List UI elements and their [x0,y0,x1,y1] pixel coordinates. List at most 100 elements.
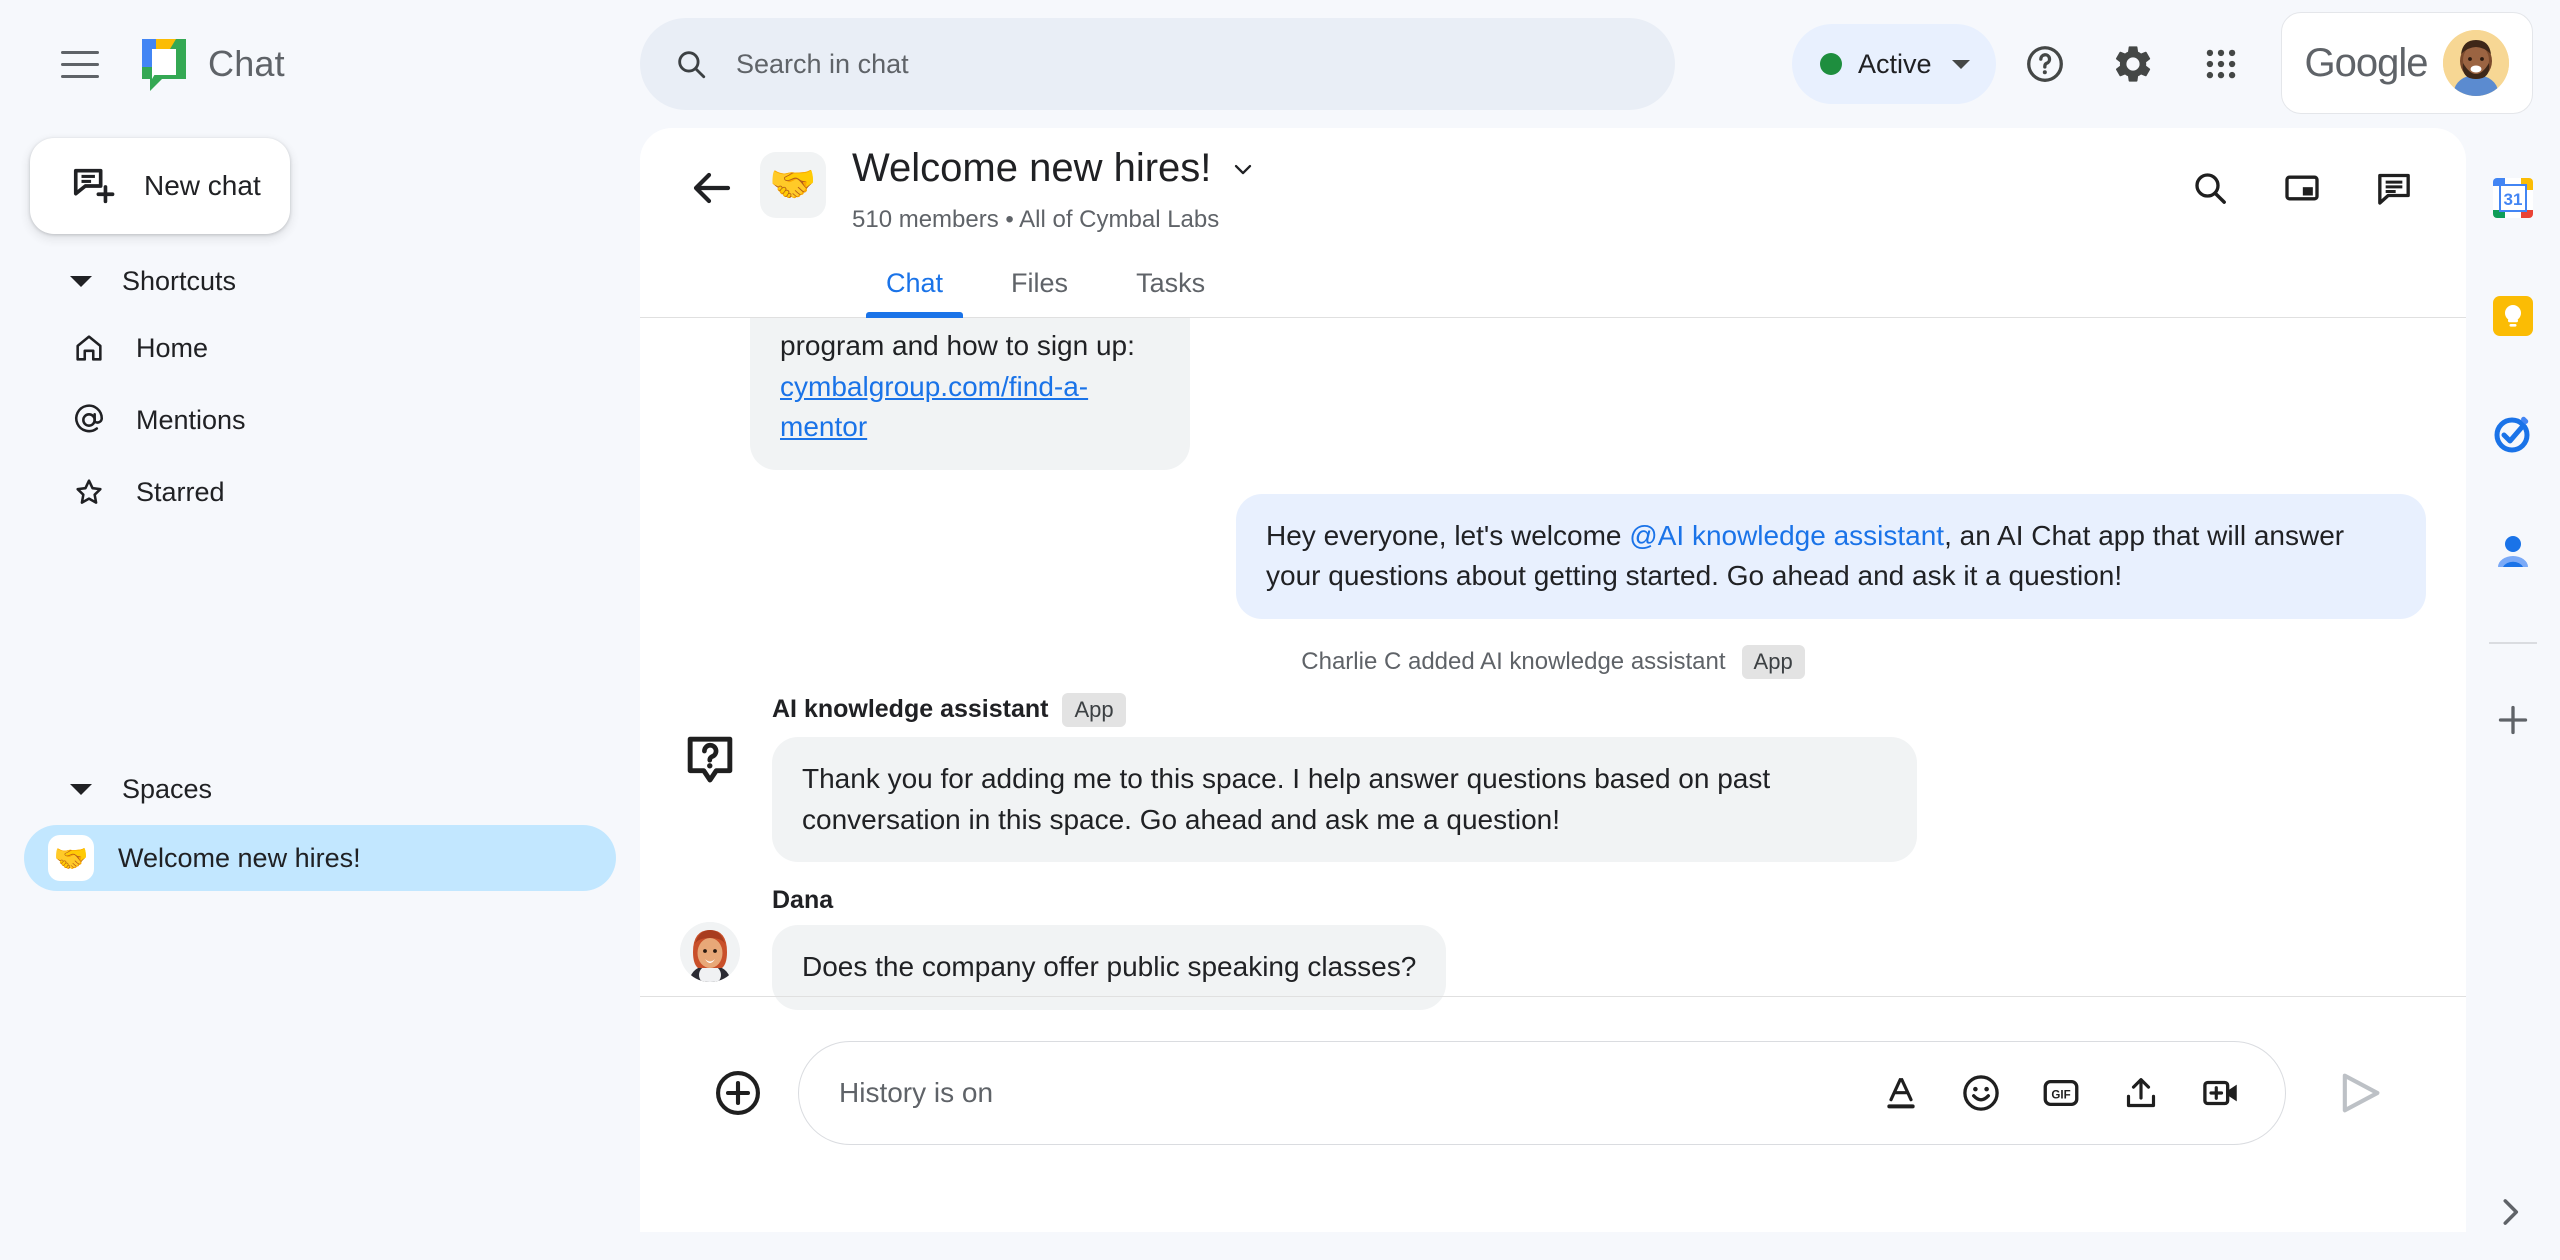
mention-chip[interactable]: @AI knowledge assistant [1629,520,1944,551]
emoji-icon [1963,1075,1999,1111]
sender-name: AI knowledge assistant [772,695,1049,724]
brand-name: Chat [208,43,285,84]
message-input-placeholder: History is on [839,1077,994,1108]
back-arrow-icon [693,172,731,204]
google-contacts-button[interactable] [2483,522,2543,582]
search-icon [2195,173,2226,204]
message-content: Dana Does the company offer public speak… [772,886,1447,1010]
send-icon [2342,1073,2380,1113]
status-selector[interactable]: Active [1792,24,1996,104]
search-placeholder: Search in chat [736,48,909,79]
google-keep-button[interactable] [2483,286,2543,346]
handshake-icon: 🤝 [48,835,94,881]
space-emoji-icon: 🤝 [760,152,826,218]
sender-row: Dana [772,886,1446,915]
upload-icon [2126,1078,2156,1108]
help-circle-icon [2027,46,2063,82]
google-chat-logo-icon [138,35,190,93]
brand: Chat [138,35,285,93]
system-message: Charlie C added AI knowledge assistant A… [680,644,2426,679]
google-calendar-icon: 31 [2493,178,2533,218]
expand-panel-button[interactable] [2486,1188,2534,1236]
home-icon [76,335,102,361]
tab-chat[interactable]: Chat [852,248,977,318]
gif-button[interactable]: GIF [2037,1069,2085,1117]
upload-button[interactable] [2117,1069,2165,1117]
google-tasks-icon [2494,416,2530,453]
back-button[interactable] [688,164,736,212]
message-input[interactable]: History is on GIF [798,1041,2286,1145]
gear-icon [2115,46,2151,82]
at-sign-icon [74,404,104,433]
sender-name: Dana [772,886,834,915]
spaces-title: Spaces [122,773,213,804]
google-wordmark: Google [2304,40,2429,85]
settings-button[interactable] [2093,24,2173,104]
status-dot-icon [1820,53,1842,75]
chevron-down-icon [1951,59,1970,69]
conversation-panel: 🤝 Welcome new hires! 510 members • All o… [640,128,2466,1232]
add-app-button[interactable] [2483,690,2543,750]
message-composer: History is on GIF [640,996,2466,1232]
shortcuts-title: Shortcuts [122,265,237,296]
picture-in-picture-icon [2285,175,2319,201]
message-content: AI knowledge assistant App Thank you for… [772,692,1917,863]
conversation-search-button[interactable] [2178,156,2242,220]
picture-in-picture-button[interactable] [2270,156,2334,220]
format-text-button[interactable] [1877,1069,1925,1117]
help-button[interactable] [2005,24,2085,104]
sidebar-space-welcome-new-hires[interactable]: 🤝 Welcome new hires! [24,825,616,891]
app-badge: App [1741,644,1805,679]
message-text-before: Hey everyone, let's welcome [1266,519,1630,551]
dana-avatar-image [680,922,740,983]
space-subtitle: 510 members • All of Cymbal Labs [852,206,1220,233]
add-video-icon [2203,1080,2237,1106]
tab-tasks[interactable]: Tasks [1102,248,1239,318]
sidebar-item-label: Mentions [136,404,246,435]
chevron-down-icon [70,783,92,795]
message-row: AI knowledge assistant App Thank you for… [680,692,2426,863]
new-chat-button[interactable]: New chat [30,138,290,234]
message-bubble: program and how to sign up: cymbalgroup.… [750,318,1190,470]
avatar [680,922,740,983]
message-text: program and how to sign up: [780,330,1135,361]
add-attachment-button[interactable] [712,1067,764,1119]
hamburger-menu-icon[interactable] [40,24,120,104]
sidebar-item-starred[interactable]: Starred [24,459,616,525]
google-apps-button[interactable] [2181,24,2261,104]
google-calendar-button[interactable]: 31 [2483,168,2543,228]
new-chat-label: New chat [144,170,261,201]
page-title: Welcome new hires! [852,146,1212,190]
google-tasks-button[interactable] [2483,404,2543,464]
calendar-day-number: 31 [2504,190,2523,209]
spaces-section-header[interactable]: Spaces [70,761,640,817]
sender-row: AI knowledge assistant App [772,692,1917,727]
avatar [2443,30,2510,96]
conversation-header-actions [2178,156,2426,220]
message-bubble: Hey everyone, let's welcome @AI knowledg… [1236,493,2426,619]
message-row: Hey everyone, let's welcome @AI knowledg… [680,493,2426,619]
threads-button[interactable] [2362,156,2426,220]
emoji-button[interactable] [1957,1069,2005,1117]
star-icon [76,479,102,504]
message-row: program and how to sign up: cymbalgroup.… [680,318,2426,470]
message-bubble: Thank you for adding me to this space. I… [772,736,1917,863]
sidebar-item-label: Home [136,332,209,363]
message-link[interactable]: cymbalgroup.com/find-a-mentor [780,367,1160,448]
sidebar-item-mentions[interactable]: Mentions [24,387,616,453]
space-label: Welcome new hires! [118,842,361,873]
google-keep-icon [2493,296,2533,336]
add-video-button[interactable] [2197,1069,2245,1117]
space-title-button[interactable]: Welcome new hires! [852,146,1257,191]
shortcuts-section-header[interactable]: Shortcuts [70,253,640,309]
sidebar-item-label: Starred [136,476,225,507]
system-message-text: Charlie C added AI knowledge assistant [1301,647,1726,675]
question-bubble-icon [687,736,733,783]
search-input[interactable]: Search in chat [640,18,1675,110]
send-button[interactable] [2334,1067,2386,1119]
account-chip[interactable]: Google [2281,12,2533,114]
message-list[interactable]: program and how to sign up: cymbalgroup.… [640,318,2466,1068]
tab-files[interactable]: Files [977,248,1102,318]
apps-grid-icon [2206,49,2236,79]
sidebar-item-home[interactable]: Home [24,315,616,381]
